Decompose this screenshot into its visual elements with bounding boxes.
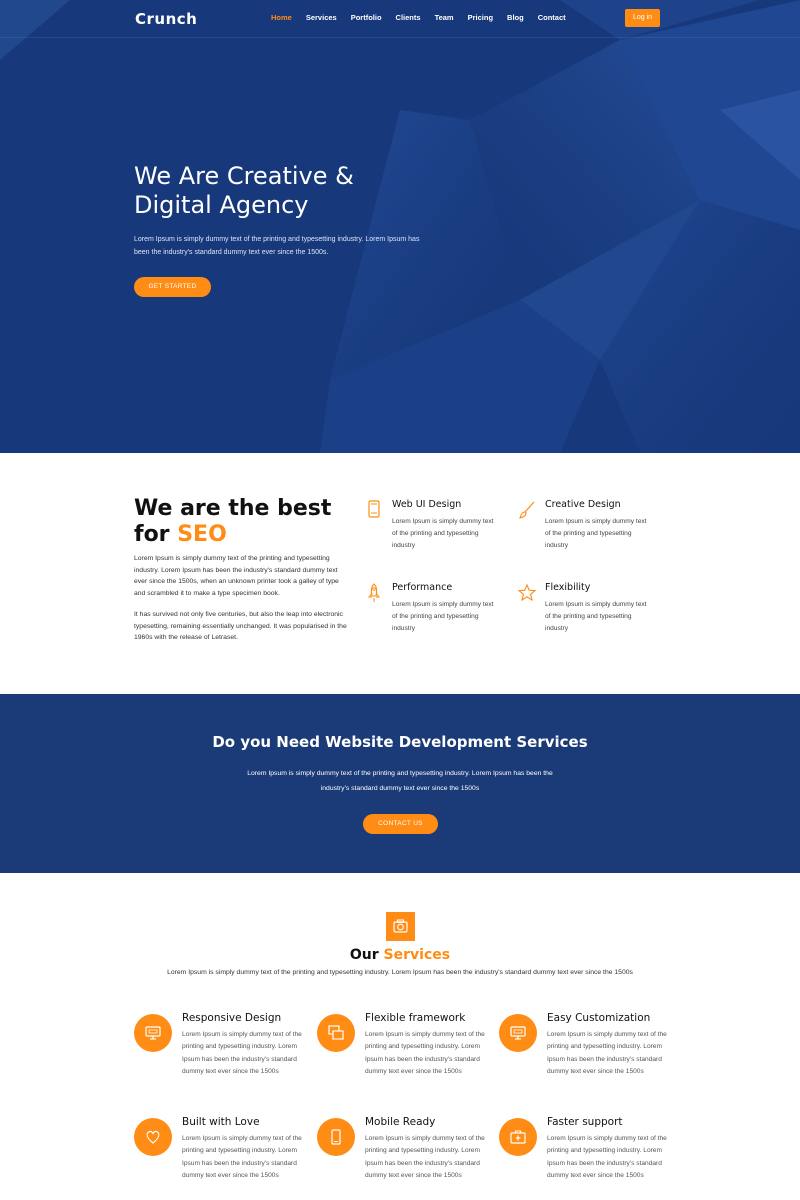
service-title: Easy Customization xyxy=(547,1012,651,1024)
nav-item-portfolio[interactable]: Portfolio xyxy=(351,13,382,22)
services-subtitle: Lorem Ipsum is simply dummy text of the … xyxy=(167,969,633,976)
nav-item-pricing[interactable]: Pricing xyxy=(468,13,493,22)
seo-title-accent: SEO xyxy=(177,522,227,547)
service-icon-circle xyxy=(499,1014,537,1052)
top-navbar: Crunch Home Services Portfolio Clients T… xyxy=(0,0,800,38)
star-icon xyxy=(518,584,536,601)
hero-background-graphic xyxy=(0,0,800,453)
service-text: Lorem Ipsum is simply dummy text of the … xyxy=(547,1031,667,1076)
feature-text: Lorem Ipsum is simply dummy text of the … xyxy=(392,601,494,632)
service-icon-circle xyxy=(134,1014,172,1052)
nav-item-clients[interactable]: Clients xyxy=(396,13,421,22)
nav-item-services[interactable]: Services xyxy=(306,13,337,22)
feature-text: Lorem Ipsum is simply dummy text of the … xyxy=(545,601,647,632)
nav-item-team[interactable]: Team xyxy=(435,13,454,22)
services-heading-accent: Services xyxy=(383,947,451,963)
service-title: Faster support xyxy=(547,1116,623,1128)
hero-title-line1: We Are Creative & xyxy=(134,162,354,190)
feature-text: Lorem Ipsum is simply dummy text of the … xyxy=(392,518,494,549)
service-icon-circle xyxy=(317,1014,355,1052)
rocket-icon xyxy=(368,583,380,602)
camera-icon xyxy=(393,919,408,933)
service-icon-circle xyxy=(499,1118,537,1156)
monitor-icon xyxy=(145,1026,161,1040)
service-text: Lorem Ipsum is simply dummy text of the … xyxy=(182,1135,302,1180)
login-button[interactable]: Log in xyxy=(625,9,660,27)
cta-title: Do you Need Website Development Services xyxy=(212,733,588,751)
seo-title-line1: We are the best xyxy=(134,496,332,521)
nav-item-contact[interactable]: Contact xyxy=(538,13,566,22)
hero-title: We Are Creative & Digital Agency xyxy=(134,162,434,220)
nav-item-home[interactable]: Home xyxy=(271,13,292,22)
get-started-button[interactable]: GET STARTED xyxy=(134,277,211,297)
service-text: Lorem Ipsum is simply dummy text of the … xyxy=(547,1135,667,1180)
services-heading: Our Services xyxy=(0,947,800,963)
feature-title: Web UI Design xyxy=(392,499,462,510)
layers-icon xyxy=(328,1025,344,1040)
hero-description: Lorem Ipsum is simply dummy text of the … xyxy=(134,236,420,256)
service-title: Responsive Design xyxy=(182,1012,282,1024)
contact-us-button[interactable]: CONTACT US xyxy=(363,814,438,834)
service-title: Flexible framework xyxy=(365,1012,466,1024)
service-text: Lorem Ipsum is simply dummy text of the … xyxy=(182,1031,302,1076)
seo-title: We are the best for SEO xyxy=(134,496,331,548)
seo-paragraph-2: It has survived not only five centuries,… xyxy=(134,611,347,642)
hero-title-line2: Digital Agency xyxy=(134,191,309,219)
nav-item-blog[interactable]: Blog xyxy=(507,13,524,22)
seo-paragraph-1: Lorem Ipsum is simply dummy text of the … xyxy=(134,555,339,597)
feature-title: Flexibility xyxy=(545,582,591,593)
feature-title: Creative Design xyxy=(545,499,621,510)
medkit-icon xyxy=(510,1130,526,1144)
services-heading-prefix: Our xyxy=(349,947,384,963)
feature-title: Performance xyxy=(392,582,453,593)
monitor-icon xyxy=(510,1026,526,1040)
main-menu: Home Services Portfolio Clients Team Pri… xyxy=(271,13,566,22)
service-icon-circle xyxy=(317,1118,355,1156)
service-text: Lorem Ipsum is simply dummy text of the … xyxy=(365,1031,485,1076)
feature-text: Lorem Ipsum is simply dummy text of the … xyxy=(545,518,647,549)
brand-logo[interactable]: Crunch xyxy=(135,10,197,28)
service-icon-circle xyxy=(134,1118,172,1156)
mobile-icon xyxy=(331,1129,341,1145)
services-badge xyxy=(386,912,415,941)
service-text: Lorem Ipsum is simply dummy text of the … xyxy=(365,1135,485,1180)
heart-icon xyxy=(146,1130,160,1144)
brush-icon xyxy=(519,501,535,519)
hero-section: Crunch Home Services Portfolio Clients T… xyxy=(0,0,800,453)
service-title: Mobile Ready xyxy=(365,1116,436,1128)
service-title: Built with Love xyxy=(182,1116,260,1128)
mobile-icon xyxy=(368,500,380,518)
seo-title-prefix: for xyxy=(134,522,178,547)
cta-description: Lorem Ipsum is simply dummy text of the … xyxy=(247,770,553,792)
